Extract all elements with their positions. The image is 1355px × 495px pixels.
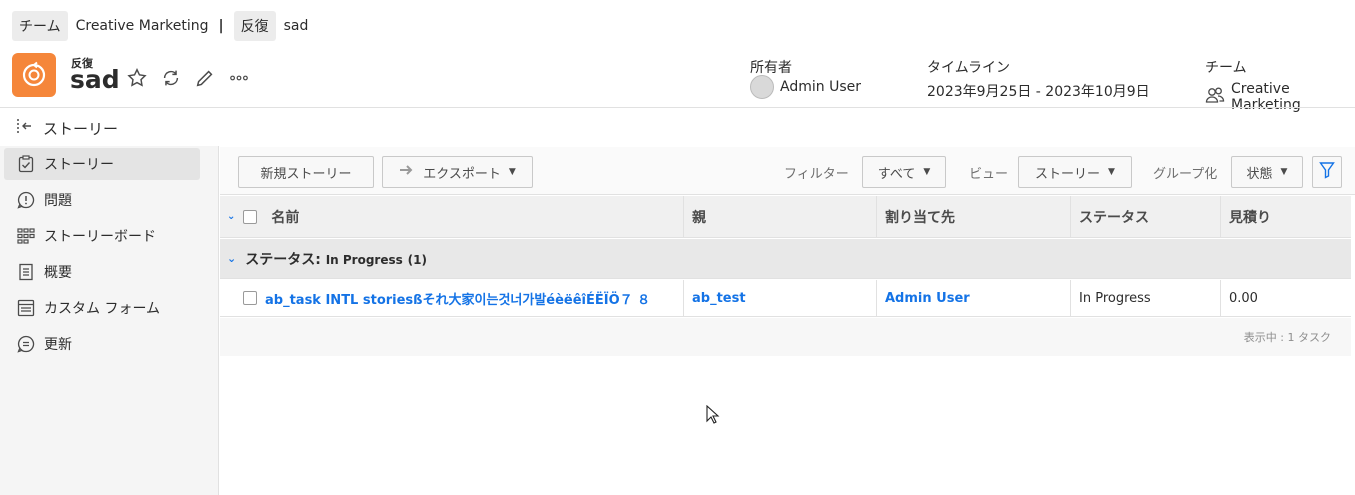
view-label: ビュー: [969, 167, 1009, 182]
sidebar-item-label: ストーリーボード: [44, 229, 156, 245]
table-footer: 表示中 : 1 タスク: [220, 318, 1351, 356]
sidebar-header: ストーリー: [15, 117, 118, 139]
sidebar-item-issues[interactable]: 問題: [4, 184, 200, 216]
group-name: In Progress: [325, 252, 403, 267]
filter-label: フィルター: [784, 167, 849, 182]
breadcrumb-iteration-label[interactable]: 反復: [233, 11, 276, 41]
sidebar-item-updates[interactable]: 更新: [4, 328, 200, 360]
owner-name[interactable]: Admin User: [780, 79, 861, 95]
table-row[interactable]: ab_task INTL storiesßそれ大家이는것너가발éèëêîÉËÏÖ…: [220, 280, 1351, 317]
team-value[interactable]: Creative Marketing: [1231, 81, 1355, 113]
owner-label: 所有者: [750, 60, 792, 76]
row-checkbox[interactable]: [243, 291, 257, 305]
sidebar-item-label: カスタム フォーム: [44, 301, 161, 317]
select-all-checkbox[interactable]: [243, 209, 258, 224]
sidebar-item-label: 更新: [44, 337, 72, 353]
funnel-icon: [1319, 161, 1335, 183]
sidebar-item-overview[interactable]: 概要: [4, 256, 200, 288]
group-by-label: グループ化: [1153, 167, 1218, 182]
estimate-value[interactable]: 0.00: [1229, 291, 1258, 306]
collapse-all-chevron-icon[interactable]: ⌄: [227, 211, 235, 222]
chevron-down-icon: ▼: [923, 167, 931, 177]
more-options-icon[interactable]: [227, 66, 251, 90]
header-actions: [125, 66, 251, 90]
owner-meta: 所有者 Admin User: [750, 57, 861, 99]
filter-dropdown[interactable]: すべて ▼: [862, 156, 946, 188]
comment-icon: [17, 335, 35, 353]
star-icon[interactable]: [125, 66, 149, 90]
view-dropdown[interactable]: ストーリー ▼: [1018, 156, 1132, 188]
group-chevron-icon[interactable]: ⌄: [227, 252, 236, 265]
filter-funnel-button[interactable]: [1312, 156, 1342, 188]
page-title: sad: [70, 65, 120, 94]
new-story-button[interactable]: 新規ストーリー: [238, 156, 374, 188]
sidebar-item-label: 問題: [44, 193, 72, 209]
column-header-assignee[interactable]: 割り当て先: [885, 207, 955, 227]
team-label: チーム: [1205, 60, 1247, 76]
column-header-name[interactable]: 名前: [271, 207, 299, 227]
sidebar-item-storyboard[interactable]: ストーリーボード: [4, 220, 200, 252]
view-value: ストーリー: [1035, 166, 1101, 182]
board-grid-icon: [17, 227, 35, 245]
group-prefix: ステータス:: [245, 251, 321, 268]
group-count: (1): [407, 252, 427, 267]
list-toolbar: 新規ストーリー エクスポート ▼ フィルター すべて ▼ ビュー ストーリー ▼…: [220, 147, 1355, 195]
table-header: ⌄ 名前 親 割り当て先 ステータス 見積り: [220, 196, 1351, 238]
assignee-link[interactable]: Admin User: [885, 291, 970, 306]
timeline-value: 2023年9月25日 - 2023年10月9日: [927, 84, 1150, 100]
team-meta: チーム Creative Marketing: [1205, 57, 1355, 113]
refresh-icon[interactable]: [159, 66, 183, 90]
breadcrumb-separator: |: [218, 18, 224, 34]
form-icon: [17, 299, 35, 317]
group-row-in-progress[interactable]: ⌄ ステータス: In Progress (1): [220, 239, 1351, 279]
collapse-sidebar-icon[interactable]: [15, 117, 33, 139]
breadcrumb-team-label[interactable]: チーム: [12, 11, 68, 41]
breadcrumb-iteration-name: sad: [283, 18, 309, 34]
filter-value: すべて: [877, 166, 916, 182]
sidebar-item-custom-form[interactable]: カスタム フォーム: [4, 292, 200, 324]
row-count-text: 表示中 : 1 タスク: [1243, 331, 1331, 344]
chevron-down-icon: ▼: [1108, 167, 1115, 177]
edit-pencil-icon[interactable]: [193, 66, 217, 90]
mouse-cursor-icon: [706, 404, 720, 425]
sidebar: ストーリー 問題 ストーリーボード 概要 カスタム フォーム 更新: [0, 146, 219, 495]
breadcrumb: チーム Creative Marketing | 反復 sad: [12, 11, 308, 41]
column-header-parent[interactable]: 親: [692, 207, 706, 227]
column-header-status[interactable]: ステータス: [1079, 207, 1149, 227]
issue-icon: [17, 191, 35, 209]
story-name-link[interactable]: ab_task INTL storiesßそれ大家이는것너가발éèëêîÉËÏÖ…: [265, 289, 650, 308]
breadcrumb-team-name[interactable]: Creative Marketing: [76, 18, 209, 34]
iteration-icon: [12, 53, 56, 97]
status-value[interactable]: In Progress: [1079, 291, 1151, 306]
sidebar-title: ストーリー: [43, 119, 119, 138]
new-story-label: 新規ストーリー: [260, 166, 352, 182]
timeline-label: タイムライン: [927, 60, 1011, 76]
export-button[interactable]: エクスポート ▼: [382, 156, 533, 188]
timeline-meta: タイムライン 2023年9月25日 - 2023年10月9日: [927, 57, 1150, 101]
document-icon: [17, 263, 35, 281]
header-divider: [0, 107, 1355, 108]
sidebar-item-label: 概要: [44, 265, 72, 281]
group-by-value: 状態: [1246, 166, 1273, 182]
column-header-estimate[interactable]: 見積り: [1229, 207, 1271, 227]
group-by-dropdown[interactable]: 状態 ▼: [1231, 156, 1303, 188]
sidebar-item-stories[interactable]: ストーリー: [4, 148, 200, 180]
chevron-down-icon: ▼: [1280, 167, 1288, 177]
story-clipboard-icon: [17, 155, 35, 173]
parent-link[interactable]: ab_test: [692, 291, 746, 306]
export-label: エクスポート: [423, 166, 501, 182]
avatar[interactable]: [750, 75, 774, 99]
sidebar-item-label: ストーリー: [44, 157, 114, 173]
export-arrow-icon: [399, 164, 415, 180]
team-icon: [1205, 86, 1225, 108]
chevron-down-icon: ▼: [508, 167, 516, 177]
